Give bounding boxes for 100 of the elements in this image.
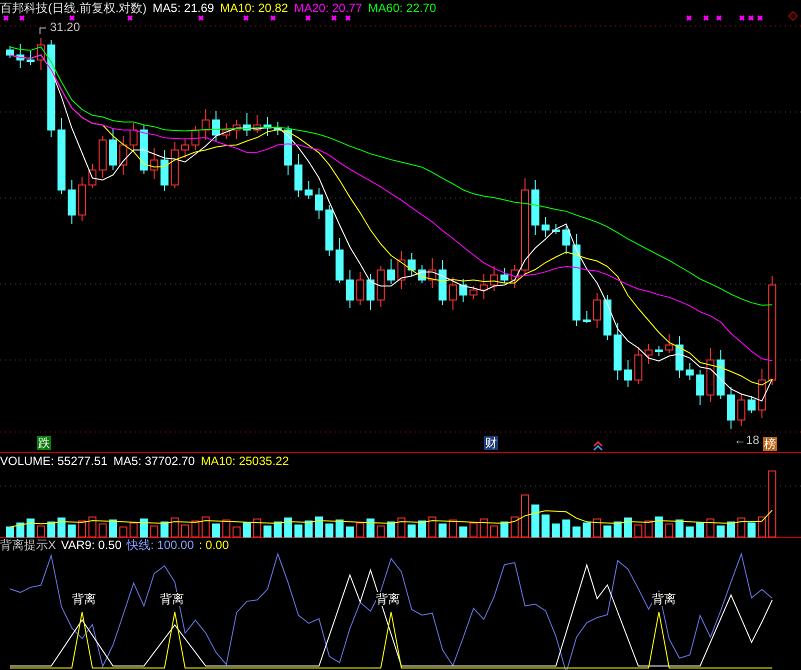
volume-bar [78,520,86,538]
volume-bar [387,522,396,538]
volume-bar [768,470,776,538]
candlestick [727,386,735,430]
volume-bar [428,516,436,538]
volume-bar [160,522,168,538]
candlestick [109,128,117,170]
volume-bar [68,524,76,538]
volume-bar [676,520,684,538]
volume-legend: VOLUME: 55277.51 [0,454,108,468]
volume-bar [397,518,406,538]
candlestick [665,334,674,354]
candlestick [459,278,468,302]
double-chevron-icon [593,440,603,451]
candlestick [325,204,334,256]
volume-bar [665,524,674,538]
candlestick [531,180,540,236]
candlestick [552,224,560,234]
candlestick [202,108,210,140]
volume-bar [6,526,14,538]
candlestick [284,126,292,176]
candlestick [624,360,632,388]
volume-bar [366,518,374,538]
volume-bar [562,520,570,538]
volume-bar [336,520,344,538]
volume-bar [140,518,148,538]
candlestick [716,350,725,400]
ma-legend: MA20: 20.77 [294,1,362,15]
volume-bar [459,526,468,538]
candlestick [542,216,550,238]
volume-bar [26,518,35,538]
event-badge[interactable]: 跌 [37,436,51,450]
volume-legend: MA5: 37702.70 [113,454,195,468]
candlestick [582,310,591,324]
candlestick [36,38,45,70]
volume-bar [552,524,560,538]
candlestick [16,44,24,68]
candlestick [160,150,168,192]
candlestick [140,124,148,174]
candlestick [130,122,138,152]
high-price-label: 31.20 [50,21,80,34]
volume-bar [624,518,632,538]
ma-legend: MA5: 21.69 [152,1,214,15]
candlestick [418,264,426,284]
volume-bar [593,518,602,538]
volume-bar [119,526,128,538]
volume-bar [470,522,478,538]
candlestick [6,46,14,58]
candlestick [170,142,179,188]
candlestick [315,188,323,220]
candlestick [88,164,96,188]
indicator-legend: 快线: 100.00 [126,538,194,552]
volume-bar [47,522,56,538]
candlestick [562,226,570,254]
volume-bar [727,522,735,538]
ma-legend: MA60: 22.70 [368,1,436,15]
volume-bar [315,516,323,538]
volume-bar [181,524,190,538]
volume-bar [716,526,725,538]
candlestick [264,116,272,136]
volume-bar [644,520,653,538]
candlestick [686,362,694,380]
volume-bar [500,522,508,538]
volume-bar [191,520,200,538]
candlestick [274,122,282,136]
candlestick [603,294,612,340]
volume-bar [448,520,457,538]
candlestick [428,258,436,288]
candlestick [366,274,374,310]
volume-bar [264,526,272,538]
volume-bar [686,526,694,538]
candlestick [212,110,220,142]
indicator-legend: VAR9: 0.50 [61,538,122,552]
candlestick [654,346,663,356]
volume-bar [346,526,354,538]
divergence-label: 背离 [376,592,400,606]
ma-legend: MA10: 20.82 [220,1,288,15]
candlestick [294,154,302,198]
event-badge[interactable]: 财 [484,436,498,450]
volume-bar [634,524,642,538]
indicator-legend: 背离提示X [0,538,56,552]
candlestick [232,120,241,140]
volume-bar [356,522,364,538]
candlestick [408,252,416,276]
event-badge[interactable]: 榜 [763,437,777,451]
candlestick [346,270,354,308]
candlestick [253,114,262,134]
volume-bar [109,520,117,538]
volume-bar [758,516,766,538]
volume-bar [418,520,426,538]
volume-bar [274,522,282,538]
volume-bar [222,520,230,538]
candlestick [706,348,714,402]
volume-bar [98,524,107,538]
candlestick [614,322,622,380]
candlestick [78,176,86,222]
volume-bar [242,522,251,538]
indicator-legend: : 0.00 [198,538,229,552]
candlestick [644,344,653,364]
volume-bar [490,526,498,538]
